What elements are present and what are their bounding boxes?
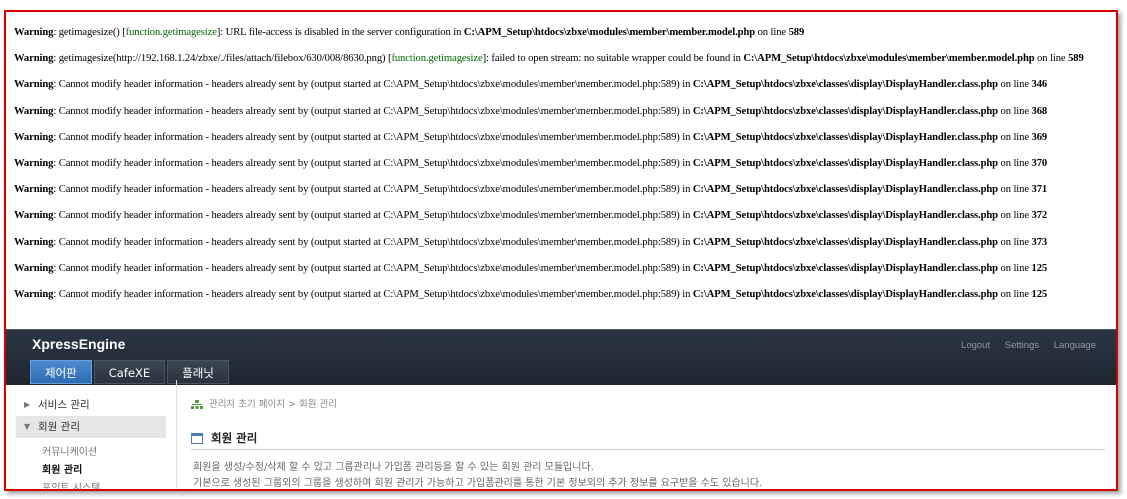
warning-line: Warning: Cannot modify header informatio… — [14, 131, 1048, 143]
sidebar: ▶ 서비스 관리 ▼ 회원 관리 커뮤니케이션 회원 관리 포인트 시스템 — [16, 394, 166, 489]
top-nav: Logout Settings Language — [949, 340, 1096, 351]
warning-line: Warning: Cannot modify header informatio… — [14, 157, 1048, 169]
main-content: 관리자 초기 페이지 > 회원 관리 회원 관리 회원을 생성/수정/삭제 할 … — [176, 380, 1112, 489]
warning-line: Warning: Cannot modify header informatio… — [14, 79, 1048, 91]
tab-cafexe[interactable]: CafeXE — [93, 360, 166, 384]
admin-header: XpressEngine Logout Settings Language 제어… — [6, 329, 1116, 385]
warning-line: Warning: getimagesize() [function.getima… — [14, 27, 805, 38]
divider — [191, 449, 1105, 450]
breadcrumb-home[interactable]: 관리자 초기 페이지 — [209, 399, 285, 410]
sidebar-item-member[interactable]: ▼ 회원 관리 — [16, 416, 166, 438]
screenshot-frame: Warning: getimagesize() [function.getima… — [4, 10, 1118, 491]
sidebar-subitem-point[interactable]: 포인트 시스템 — [16, 480, 166, 489]
warning-line: Warning: Cannot modify header informatio… — [14, 210, 1048, 222]
window-icon — [191, 433, 203, 444]
language-link[interactable]: Language — [1054, 340, 1096, 351]
chevron-right-icon: ▶ — [24, 400, 31, 409]
warning-line: Warning: getimagesize(http://192.168.1.2… — [14, 53, 1084, 65]
warning-line: Warning: Cannot modify header informatio… — [14, 236, 1048, 248]
page-title: 회원 관리 — [191, 430, 257, 446]
sidebar-subitem-communication[interactable]: 커뮤니케이션 — [16, 444, 166, 462]
sitemap-icon — [191, 400, 203, 409]
tab-control-panel[interactable]: 제어판 — [30, 360, 92, 384]
warning-line: Warning: Cannot modify header informatio… — [14, 262, 1048, 274]
warning-line: Warning: Cannot modify header informatio… — [14, 105, 1048, 117]
sidebar-subitem-member[interactable]: 회원 관리 — [16, 462, 166, 480]
breadcrumb: 관리자 초기 페이지 > 회원 관리 — [191, 396, 337, 410]
page-description: 회원을 생성/수정/삭제 할 수 있고 그룹관리나 가입폼 관리등을 할 수 있… — [193, 462, 763, 489]
warning-line: Warning: Cannot modify header informatio… — [14, 288, 1048, 300]
function-link[interactable]: function.getimagesize — [126, 27, 217, 38]
php-warnings: Warning: getimagesize() [function.getima… — [14, 25, 1114, 313]
chevron-down-icon: ▼ — [24, 422, 31, 431]
sidebar-item-service[interactable]: ▶ 서비스 관리 — [16, 394, 166, 416]
brand-logo[interactable]: XpressEngine — [32, 336, 125, 352]
breadcrumb-current: 회원 관리 — [299, 399, 337, 410]
logout-link[interactable]: Logout — [961, 340, 990, 351]
warning-line: Warning: Cannot modify header informatio… — [14, 184, 1048, 196]
settings-link[interactable]: Settings — [1005, 340, 1039, 351]
function-link[interactable]: function.getimagesize — [391, 53, 482, 64]
